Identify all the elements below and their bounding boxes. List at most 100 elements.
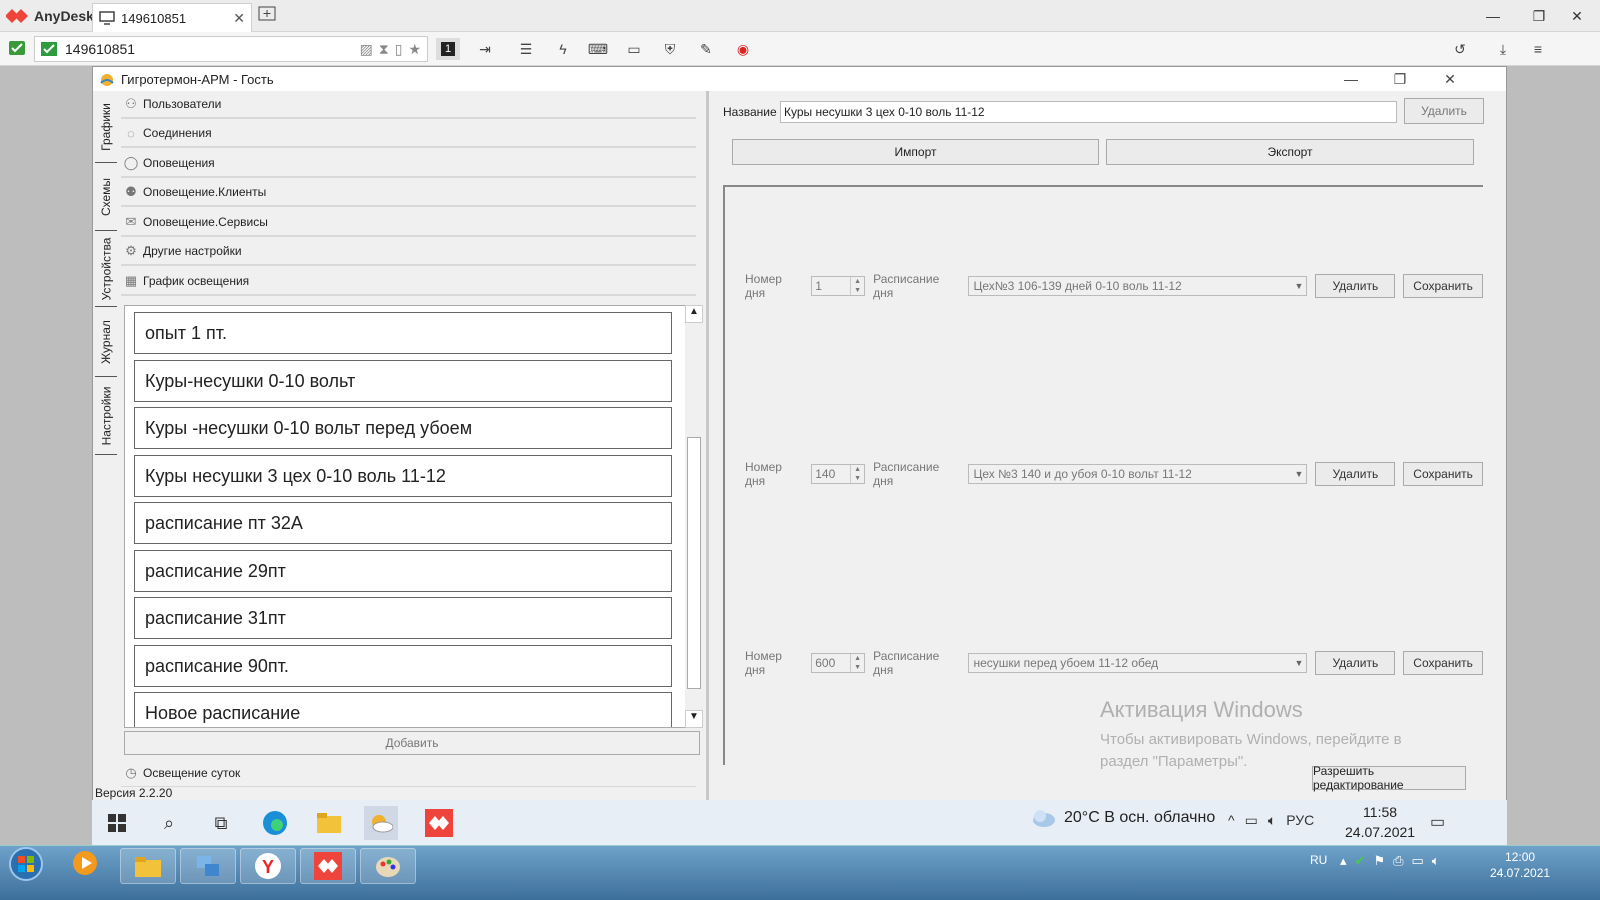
list-scrollbar[interactable]: ▲ ▼ <box>685 305 703 728</box>
volume-icon[interactable]: 🔈︎ <box>1268 812 1276 829</box>
gigrotermon-taskbar-icon[interactable] <box>364 806 398 840</box>
tab-journal[interactable]: Журнал <box>95 307 117 377</box>
mouse-icon[interactable]: ▯ <box>395 41 403 58</box>
menu-icon[interactable]: ≡ <box>1526 38 1550 60</box>
tab-devices[interactable]: Устройства <box>95 231 117 307</box>
display-icon[interactable]: ▭ <box>622 38 646 60</box>
accordion-day-lighting[interactable]: ◷ Освещение суток <box>121 759 696 787</box>
local-language-indicator[interactable]: RU <box>1310 853 1327 867</box>
list-item[interactable]: Новое расписание <box>134 692 672 727</box>
tab-graphs[interactable]: Графики <box>95 91 117 163</box>
row-delete-button[interactable]: Удалить <box>1315 462 1396 486</box>
name-input[interactable]: Куры несушки 3 цех 0-10 воль 11-12 <box>780 101 1397 123</box>
tray-app-check-icon[interactable]: ✔ <box>1355 853 1366 869</box>
app-minimize-button[interactable]: — <box>1328 67 1374 91</box>
new-tab-button[interactable] <box>258 6 282 26</box>
monitor-select-button[interactable]: 1 <box>436 38 460 60</box>
actions-lightning-icon[interactable]: ϟ <box>551 38 575 60</box>
row-delete-button[interactable]: Удалить <box>1315 274 1396 298</box>
day-number-stepper[interactable]: 600 ▲ ▼ <box>811 653 866 673</box>
file-transfer-icon[interactable]: ⇥ <box>473 38 497 60</box>
windows-start-icon[interactable] <box>100 806 134 840</box>
hourglass-icon[interactable]: ⧗ <box>379 41 389 58</box>
scroll-down-arrow-icon[interactable]: ▼ <box>685 710 703 728</box>
close-tab-icon[interactable]: ✕ <box>233 10 245 27</box>
network-icon[interactable]: ▭ <box>1245 812 1258 829</box>
scroll-up-arrow-icon[interactable]: ▲ <box>685 305 703 323</box>
task-view-icon[interactable]: ⧉ <box>204 806 238 840</box>
accordion-notification-clients[interactable]: ⚉ Оповещение.Клиенты <box>121 179 696 207</box>
weather-widget[interactable]: 20°C В осн. облачно <box>1030 808 1215 828</box>
app-close-button[interactable]: ✕ <box>1427 67 1473 91</box>
day-number-stepper[interactable]: 1 ▲ ▼ <box>811 276 866 296</box>
favorite-star-icon[interactable]: ★ <box>408 41 421 58</box>
accordion-connections[interactable]: ◌ Соединения <box>121 120 696 148</box>
edge-icon[interactable] <box>258 806 292 840</box>
import-button[interactable]: Импорт <box>732 139 1099 165</box>
download-icon[interactable]: ⤓ <box>1491 38 1515 60</box>
anydesk-local-taskbar-icon[interactable] <box>300 848 356 884</box>
network-icon[interactable]: ▭ <box>1412 853 1424 869</box>
remote-clock[interactable]: 11:58 24.07.2021 <box>1345 802 1415 842</box>
explorer-taskbar-icon[interactable] <box>120 848 176 884</box>
privacy-icon[interactable]: ▨ <box>360 41 373 58</box>
accordion-notification-services[interactable]: ✉ Оповещение.Сервисы <box>121 209 696 237</box>
paint-app-icon[interactable] <box>360 848 416 884</box>
list-item[interactable]: Куры-несушки 0-10 вольт <box>134 360 672 402</box>
action-center-flag-icon[interactable]: ⚑ <box>1373 853 1385 869</box>
close-window-button[interactable]: ✕ <box>1554 0 1600 32</box>
day-schedule-select[interactable]: Цех№3 106-139 дней 0-10 воль 11-12 ▼ <box>968 276 1308 296</box>
file-explorer-icon[interactable] <box>312 806 346 840</box>
delete-schedule-button[interactable]: Удалить <box>1404 98 1484 124</box>
day-number-stepper[interactable]: 140 ▲ ▼ <box>811 464 866 484</box>
whiteboard-pen-icon[interactable]: ✎ <box>694 38 718 60</box>
notifications-icon[interactable]: ▭ <box>1430 812 1445 832</box>
printer-icon[interactable]: ⎙ <box>1393 853 1403 869</box>
search-icon[interactable]: ⌕ <box>152 806 186 840</box>
anydesk-session-tab[interactable]: 149610851 ✕ <box>92 3 252 32</box>
scrollbar-thumb[interactable] <box>687 437 701 689</box>
row-delete-button[interactable]: Удалить <box>1315 651 1396 675</box>
list-item[interactable]: расписание 31пт <box>134 597 672 639</box>
remote-language-indicator[interactable]: РУС <box>1286 812 1314 829</box>
row-save-button[interactable]: Сохранить <box>1403 462 1483 486</box>
tab-settings[interactable]: Настройки <box>95 377 117 455</box>
day-schedule-select[interactable]: Цех №3 140 и до убоя 0-10 вольт 11-12 ▼ <box>968 464 1308 484</box>
network-app-taskbar-icon[interactable] <box>180 848 236 884</box>
list-item[interactable]: расписание 90пт. <box>134 645 672 687</box>
accordion-other-settings[interactable]: ⚙ Другие настройки <box>121 238 696 266</box>
minimize-window-button[interactable]: — <box>1470 0 1516 32</box>
list-item[interactable]: расписание 29пт <box>134 550 672 592</box>
yandex-browser-icon[interactable]: Y <box>240 848 296 884</box>
address-field[interactable]: 149610851 ▨ ⧗ ▯ ★ <box>34 36 428 62</box>
chat-icon[interactable]: ☰ <box>514 38 538 60</box>
accordion-lighting-schedule[interactable]: ▦ График освещения <box>121 268 696 296</box>
add-button[interactable]: Добавить <box>124 731 700 755</box>
list-item[interactable]: расписание пт 32А <box>134 502 672 544</box>
keyboard-icon[interactable]: ⌨ <box>586 38 610 60</box>
app-restore-button[interactable]: ❐ <box>1377 67 1423 91</box>
row-save-button[interactable]: Сохранить <box>1403 274 1483 298</box>
tab-schemes[interactable]: Схемы <box>95 163 117 231</box>
accordion-notifications[interactable]: ◯ Оповещения <box>121 150 696 178</box>
history-icon[interactable]: ↺ <box>1448 38 1472 60</box>
accordion-users[interactable]: ⚇ Пользователи <box>121 91 696 119</box>
day-schedule-select[interactable]: несушки перед убоем 11-12 обед ▼ <box>968 653 1308 673</box>
anydesk-taskbar-icon[interactable] <box>422 806 456 840</box>
list-item[interactable]: опыт 1 пт. <box>134 312 672 354</box>
volume-icon[interactable]: 🔈︎ <box>1432 853 1440 869</box>
windows-orb-icon[interactable] <box>4 846 48 882</box>
media-player-icon[interactable] <box>72 850 98 876</box>
permissions-shield-icon[interactable]: ⛨ <box>658 38 682 60</box>
record-icon[interactable]: ◉ <box>731 38 755 60</box>
list-item[interactable]: Куры -несушки 0-10 вольт перед убоем <box>134 407 672 449</box>
tray-chevron-up-icon[interactable]: ▴ <box>1340 853 1347 869</box>
tray-chevron-up-icon[interactable]: ^ <box>1228 812 1235 829</box>
day-row-1: Номер дня 1 ▲ ▼ Расписание дня Цех№3 106-1… <box>745 272 1483 300</box>
name-label: Название <box>723 105 777 119</box>
export-button[interactable]: Экспорт <box>1106 139 1474 165</box>
list-item[interactable]: Куры несушки 3 цех 0-10 воль 11-12 <box>134 455 672 497</box>
allow-edit-button[interactable]: Разрешить редактирование <box>1312 764 1466 792</box>
local-clock[interactable]: 12:00 24.07.2021 <box>1490 849 1550 881</box>
row-save-button[interactable]: Сохранить <box>1403 651 1483 675</box>
